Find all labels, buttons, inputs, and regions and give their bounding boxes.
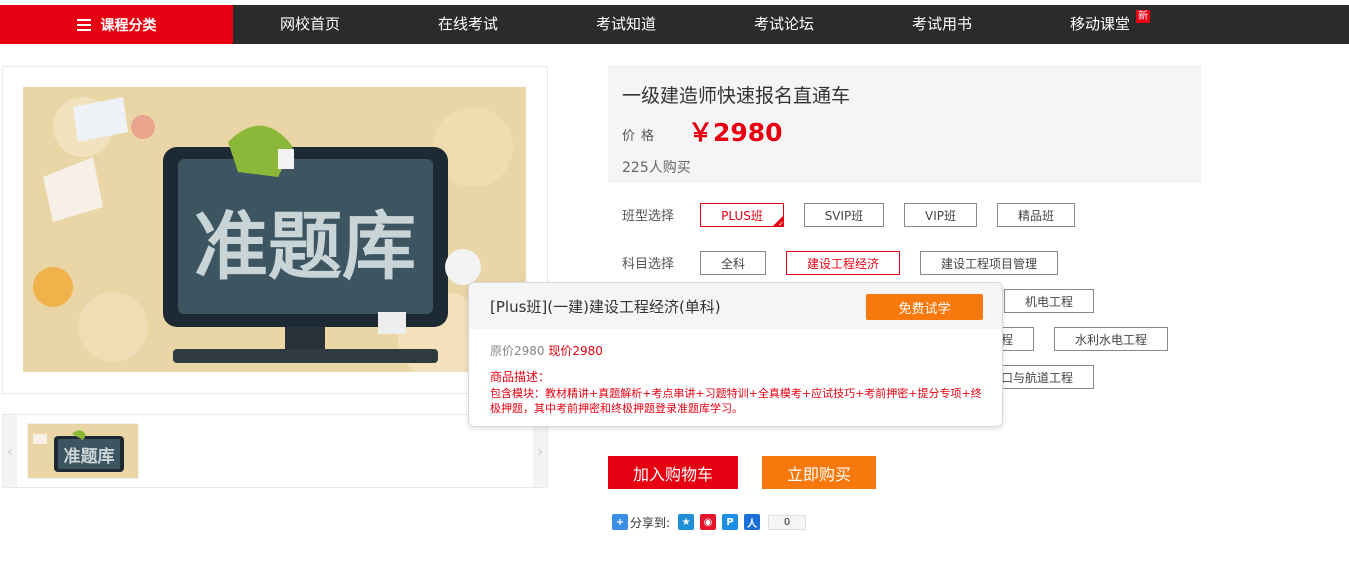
- current-price: 现价2980: [548, 344, 603, 358]
- nav-item-online-exam[interactable]: 在线考试: [434, 5, 502, 44]
- course-detail-popup: [Plus班](一建)建设工程经济(单科) 免费试学 原价2980 现价2980…: [468, 282, 1003, 427]
- share-bar: + 分享到: ★ ◉ P 人 0: [612, 513, 807, 531]
- subject-option-all[interactable]: 全科: [700, 251, 766, 275]
- qzone-icon[interactable]: ★: [678, 514, 695, 530]
- class-option-vip[interactable]: VIP班: [904, 203, 977, 227]
- tencent-weibo-icon[interactable]: P: [722, 514, 739, 530]
- popup-title: [Plus班](一建)建设工程经济(单科): [490, 298, 721, 316]
- buy-now-button[interactable]: 立即购买: [762, 456, 876, 489]
- nav-item-books[interactable]: 考试用书: [908, 5, 976, 44]
- thumbnail-image[interactable]: 准题库: [27, 423, 139, 479]
- class-option-premium[interactable]: 精品班: [997, 203, 1075, 227]
- popup-header: [Plus班](一建)建设工程经济(单科) 免费试学: [469, 283, 1002, 329]
- new-badge: 新: [1136, 10, 1150, 23]
- product-image-box: 准题库: [2, 66, 548, 394]
- add-to-cart-button[interactable]: 加入购物车: [608, 456, 738, 489]
- class-option-svip[interactable]: SVIP班: [804, 203, 884, 227]
- share-label: 分享到:: [630, 515, 671, 530]
- product-image: 准题库: [23, 87, 526, 372]
- thumbnail-strip: ‹ 准题库 ›: [2, 414, 548, 488]
- subject-option-economics[interactable]: 建设工程经济: [786, 251, 900, 275]
- share-count: 0: [768, 514, 807, 530]
- subject-option-hydraulic[interactable]: 水利水电工程: [1054, 327, 1168, 351]
- nav-item-mobile-class[interactable]: 移动课堂: [1066, 5, 1134, 44]
- subject-option-project-management[interactable]: 建设工程项目管理: [920, 251, 1058, 275]
- popup-price-line: 原价2980 现价2980: [490, 342, 603, 359]
- course-category-label: 课程分类: [100, 17, 157, 34]
- menu-icon: [76, 18, 91, 31]
- product-image-text: 准题库: [194, 204, 416, 290]
- selected-check-icon: [772, 215, 784, 228]
- svg-text:准题库: 准题库: [64, 446, 115, 467]
- class-type-label: 班型选择: [622, 209, 675, 224]
- product-info-panel: 一级建造师快速报名直通车 价格 ￥2980 225人购买: [608, 65, 1201, 183]
- weibo-icon[interactable]: ◉: [700, 514, 717, 530]
- description-text: 包含模块：教材精讲+真题解析+考点串讲+习题特训+全真模考+应试技巧+考前押密+…: [490, 387, 982, 415]
- product-title: 一级建造师快速报名直通车: [622, 85, 851, 107]
- top-nav: 课程分类 网校首页 在线考试 考试知道 考试论坛 考试用书 移动课堂 新: [0, 5, 1349, 44]
- class-option-label: PLUS班: [721, 208, 763, 223]
- class-option-plus[interactable]: PLUS班: [700, 203, 784, 228]
- nav-item-home[interactable]: 网校首页: [276, 5, 344, 44]
- share-plus-icon[interactable]: +: [612, 514, 628, 530]
- original-price: 原价2980: [490, 344, 545, 358]
- renren-icon[interactable]: 人: [744, 514, 761, 530]
- price-value: ￥2980: [688, 118, 783, 147]
- price-label: 价格: [622, 129, 661, 144]
- nav-item-forum[interactable]: 考试论坛: [750, 5, 818, 44]
- free-trial-button[interactable]: 免费试学: [866, 294, 983, 320]
- buyer-count: 225人购买: [622, 160, 691, 176]
- nav-item-exam-qa[interactable]: 考试知道: [592, 5, 660, 44]
- subject-option-mechanical[interactable]: 机电工程: [1004, 289, 1094, 313]
- description-label: 商品描述：: [490, 370, 551, 384]
- thumb-prev-arrow-icon[interactable]: ‹: [3, 415, 17, 487]
- subject-label: 科目选择: [622, 257, 675, 272]
- course-category-button[interactable]: 课程分类: [0, 5, 233, 44]
